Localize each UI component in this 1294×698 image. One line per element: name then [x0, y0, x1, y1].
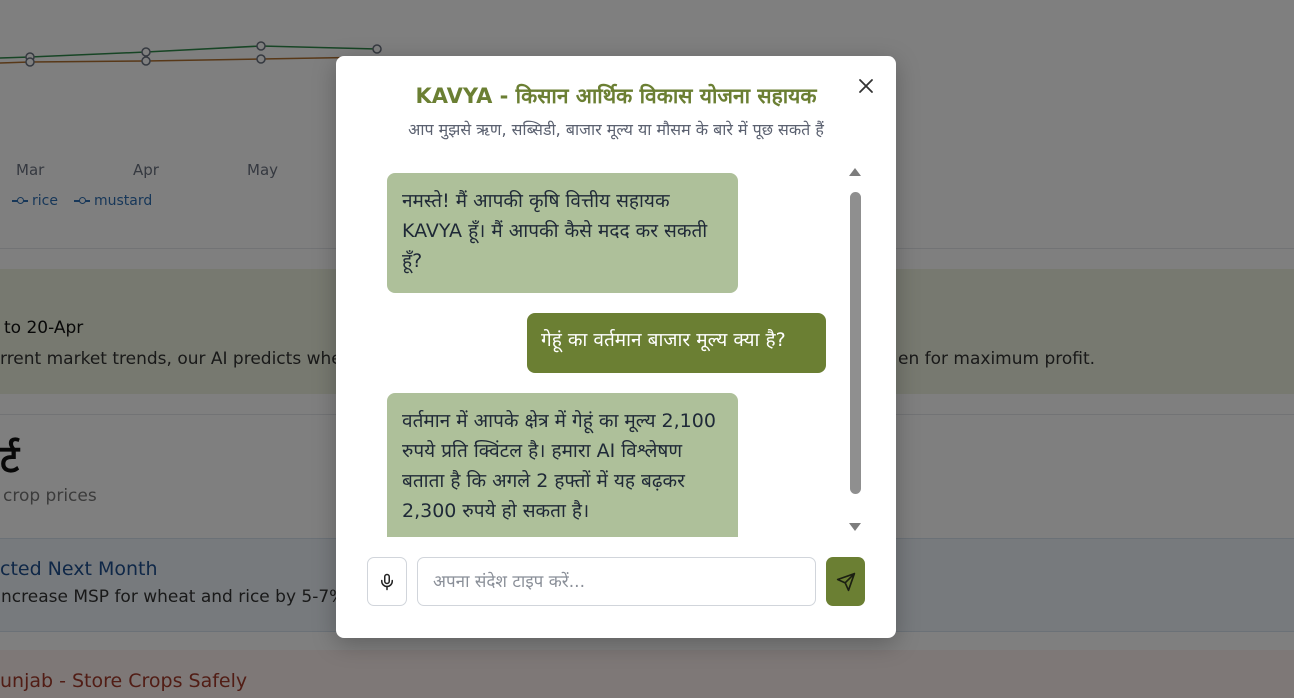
- scrollbar-thumb[interactable]: [850, 192, 861, 494]
- user-message: गेहूं का वर्तमान बाजार मूल्य क्या है?: [527, 313, 826, 373]
- scroll-up-arrow-icon[interactable]: [849, 168, 861, 176]
- microphone-icon: [381, 573, 393, 590]
- chat-dialog: KAVYA - किसान आर्थिक विकास योजना सहायक आ…: [336, 56, 896, 638]
- send-button[interactable]: [826, 557, 865, 606]
- scroll-down-arrow-icon[interactable]: [849, 523, 861, 531]
- bot-message: नमस्ते! मैं आपकी कृषि वित्तीय सहायक KAVY…: [387, 173, 738, 293]
- bot-message: वर्तमान में आपके क्षेत्र में गेहूं का मू…: [387, 393, 738, 537]
- message-input[interactable]: [417, 557, 816, 606]
- chat-messages[interactable]: नमस्ते! मैं आपकी कृषि वित्तीय सहायक KAVY…: [367, 166, 857, 537]
- chat-scrollbar[interactable]: [845, 162, 865, 538]
- dialog-subtitle: आप मुझसे ऋण, सब्सिडी, बाजार मूल्य या मौस…: [408, 120, 824, 139]
- dialog-title: KAVYA - किसान आर्थिक विकास योजना सहायक: [415, 84, 817, 108]
- send-icon: [836, 572, 855, 591]
- voice-input-button[interactable]: [367, 557, 407, 606]
